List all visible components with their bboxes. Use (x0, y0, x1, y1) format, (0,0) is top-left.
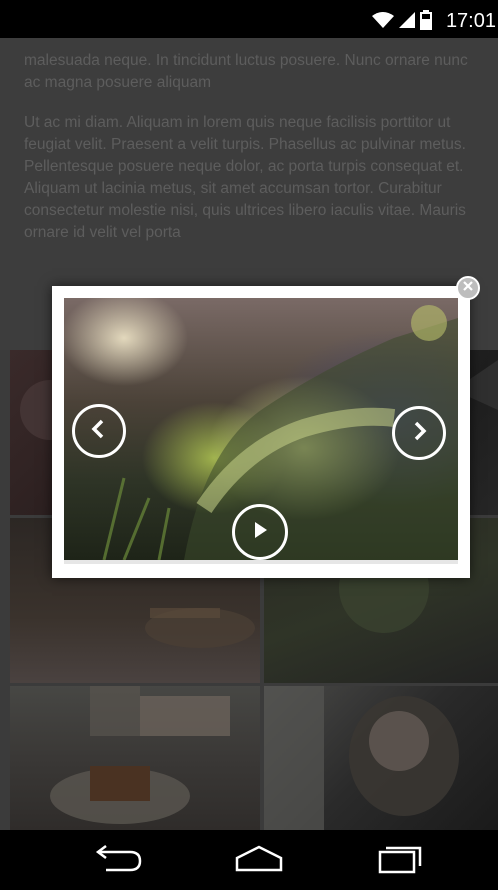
navigation-bar (0, 830, 498, 890)
photo-caption-bar (64, 560, 458, 564)
back-icon (92, 844, 144, 879)
back-button[interactable] (88, 844, 148, 878)
close-button[interactable] (456, 276, 480, 300)
home-icon (233, 844, 285, 879)
play-icon (250, 519, 270, 546)
next-button[interactable] (392, 406, 446, 460)
chevron-left-icon (89, 418, 109, 445)
battery-icon (420, 10, 432, 35)
article-paragraph: malesuada neque. In tincidunt luctus pos… (24, 51, 468, 91)
home-button[interactable] (229, 844, 289, 878)
wifi-icon (372, 11, 394, 34)
status-bar: 17:01 (0, 0, 498, 38)
signal-icon (398, 11, 416, 34)
chevron-right-icon (409, 420, 429, 447)
play-button[interactable] (232, 504, 288, 560)
close-icon (462, 279, 474, 297)
lightbox-modal (52, 286, 470, 578)
recents-button[interactable] (370, 844, 430, 878)
gallery-thumbnail[interactable] (264, 686, 498, 830)
status-icons (372, 10, 432, 35)
article-paragraph: Ut ac mi diam. Aliquam in lorem quis neq… (24, 113, 466, 241)
gallery-thumbnail[interactable] (10, 686, 260, 830)
status-time: 17:01 (445, 10, 496, 32)
previous-button[interactable] (72, 404, 126, 458)
recents-icon (374, 844, 426, 879)
